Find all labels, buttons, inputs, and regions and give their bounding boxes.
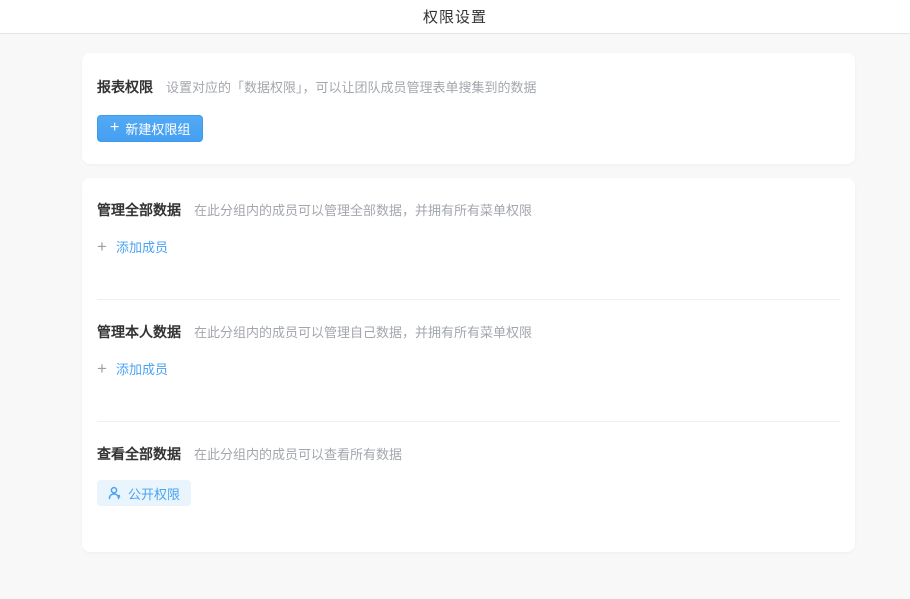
top-header: 权限设置 bbox=[0, 0, 910, 34]
public-permission-label: 公开权限 bbox=[128, 484, 180, 503]
group-title: 管理本人数据 bbox=[97, 322, 181, 342]
page-title: 权限设置 bbox=[423, 6, 487, 27]
add-member-button[interactable]: + 添加成员 bbox=[97, 359, 168, 378]
group-section-manage-all-data: 管理全部数据 在此分组内的成员可以管理全部数据，并拥有所有菜单权限 + 添加成员 bbox=[97, 178, 840, 300]
plus-icon: + bbox=[97, 360, 107, 377]
plus-icon: + bbox=[97, 238, 107, 255]
add-member-label: 添加成员 bbox=[116, 237, 168, 256]
report-permission-title: 报表权限 bbox=[97, 77, 153, 97]
permission-groups-card: 管理全部数据 在此分组内的成员可以管理全部数据，并拥有所有菜单权限 + 添加成员… bbox=[82, 178, 855, 552]
user-icon bbox=[108, 486, 122, 500]
new-permission-group-button-label: 新建权限组 bbox=[125, 119, 190, 138]
plus-icon: + bbox=[110, 120, 119, 136]
group-title-row: 管理全部数据 在此分组内的成员可以管理全部数据，并拥有所有菜单权限 bbox=[97, 200, 840, 220]
report-permission-card: 报表权限 设置对应的「数据权限」，可以让团队成员管理表单搜集到的数据 + 新建权… bbox=[82, 53, 855, 164]
add-member-button[interactable]: + 添加成员 bbox=[97, 237, 168, 256]
group-title-row: 查看全部数据 在此分组内的成员可以查看所有数据 bbox=[97, 444, 840, 464]
group-title-row: 管理本人数据 在此分组内的成员可以管理自己数据，并拥有所有菜单权限 bbox=[97, 322, 840, 342]
group-title: 查看全部数据 bbox=[97, 444, 181, 464]
new-permission-group-button[interactable]: + 新建权限组 bbox=[97, 115, 203, 142]
add-member-label: 添加成员 bbox=[116, 359, 168, 378]
group-title: 管理全部数据 bbox=[97, 200, 181, 220]
report-permission-title-row: 报表权限 设置对应的「数据权限」，可以让团队成员管理表单搜集到的数据 bbox=[97, 77, 840, 97]
group-description: 在此分组内的成员可以管理自己数据，并拥有所有菜单权限 bbox=[194, 322, 532, 341]
content-area: 报表权限 设置对应的「数据权限」，可以让团队成员管理表单搜集到的数据 + 新建权… bbox=[82, 53, 855, 552]
report-permission-description: 设置对应的「数据权限」，可以让团队成员管理表单搜集到的数据 bbox=[166, 77, 537, 96]
group-description: 在此分组内的成员可以管理全部数据，并拥有所有菜单权限 bbox=[194, 200, 532, 219]
group-description: 在此分组内的成员可以查看所有数据 bbox=[194, 444, 402, 463]
public-permission-badge[interactable]: 公开权限 bbox=[97, 480, 191, 506]
group-section-manage-own-data: 管理本人数据 在此分组内的成员可以管理自己数据，并拥有所有菜单权限 + 添加成员 bbox=[97, 300, 840, 422]
group-section-view-all-data: 查看全部数据 在此分组内的成员可以查看所有数据 公开权限 bbox=[97, 422, 840, 552]
